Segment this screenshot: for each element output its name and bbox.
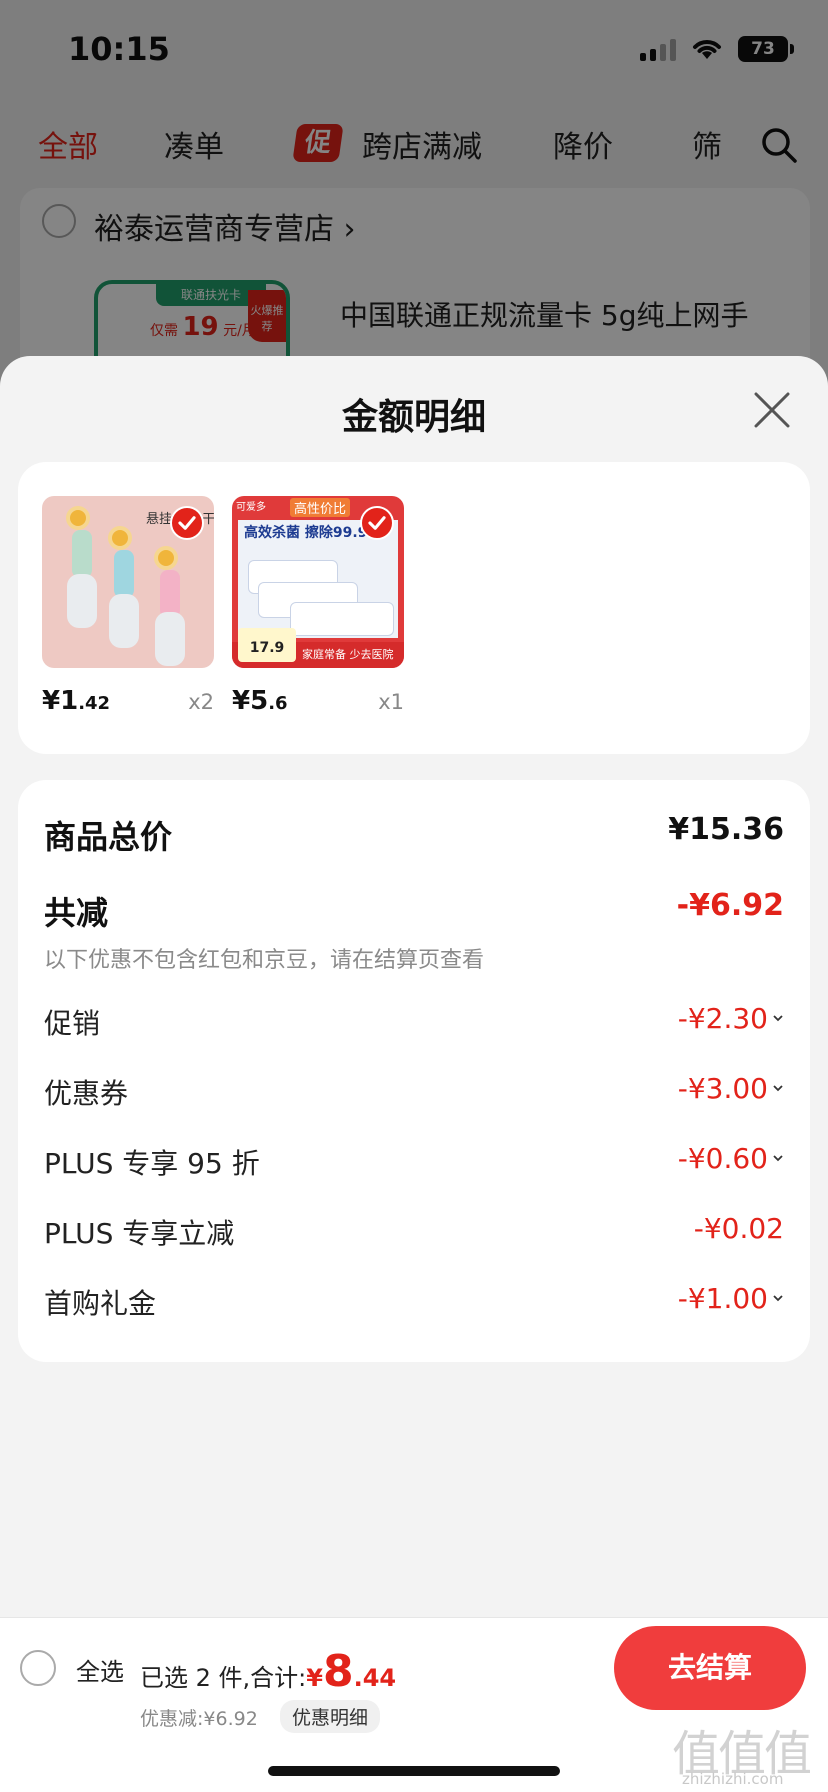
wipes-pack [290, 602, 394, 636]
amount-detail-sheet: 金额明细 悬挂收纳 干 ¥1.42 x2 可爱多 高性价比 高效杀菌 擦除99.… [0, 356, 828, 1792]
image-badge: 高性价比 [290, 498, 351, 517]
image-brand: 可爱多 [236, 502, 266, 513]
total-price-value: ¥15.36 [668, 812, 784, 847]
checkout-bar: 全选 已选 2 件,合计:¥8.44 优惠减:¥6.92 优惠明细 去结算 值值… [0, 1617, 828, 1792]
hook-icon [108, 526, 132, 550]
total-price-row: 商品总价 ¥15.36 [44, 812, 784, 856]
reduction-note: 以下优惠不包含红包和京豆，请在结算页查看 [44, 948, 485, 973]
image-slogan: 家庭常备 少去医院 [302, 648, 394, 661]
discount-value: -¥1.00 [677, 1282, 768, 1315]
brush-handle [160, 570, 180, 618]
chevron-down-icon[interactable] [772, 1082, 784, 1094]
image-price: 17.9 [238, 628, 296, 662]
item-price: ¥5.6 [232, 686, 288, 716]
discount-value: -¥0.02 [693, 1212, 784, 1245]
brush-handle [72, 530, 92, 578]
reduction-value: -¥6.92 [676, 888, 784, 923]
selected-item[interactable]: 悬挂收纳 干 ¥1.42 x2 [42, 496, 214, 716]
reduction-row: 共减 -¥6.92 [44, 888, 784, 932]
hook-icon [66, 506, 90, 530]
discount-label: 优惠券 [44, 1077, 129, 1110]
selected-item[interactable]: 可爱多 高性价比 高效杀菌 擦除99.9% 17.9 家庭常备 少去医院 ¥5.… [232, 496, 404, 716]
discount-summary: 优惠减:¥6.92 [140, 1708, 258, 1730]
selection-summary: 已选 2 件,合计:¥8.44 [140, 1646, 397, 1697]
discount-value: -¥2.30 [677, 1002, 768, 1035]
selected-check-icon[interactable] [170, 506, 204, 540]
selected-items-card: 悬挂收纳 干 ¥1.42 x2 可爱多 高性价比 高效杀菌 擦除99.9% 17… [18, 462, 810, 754]
chevron-down-icon[interactable] [772, 1292, 784, 1304]
close-icon[interactable] [752, 390, 792, 430]
product-image-wipes[interactable]: 可爱多 高性价比 高效杀菌 擦除99.9% 17.9 家庭常备 少去医院 [232, 496, 404, 668]
item-quantity: x1 [378, 690, 404, 714]
discount-row-promotion[interactable]: 促销 -¥2.30 [44, 1002, 784, 1042]
price-detail-card: 商品总价 ¥15.36 共减 -¥6.92 以下优惠不包含红包和京豆，请在结算页… [18, 780, 810, 1362]
modal-overlay[interactable] [0, 0, 828, 400]
item-quantity: x2 [188, 690, 214, 714]
product-image-brush[interactable]: 悬挂收纳 干 [42, 496, 214, 668]
discount-value: -¥0.60 [677, 1142, 768, 1175]
brush-handle [114, 550, 134, 598]
discount-row-plus-95[interactable]: PLUS 专享 95 折 -¥0.60 [44, 1142, 784, 1182]
discount-label: 促销 [44, 1007, 101, 1040]
discount-row-coupon[interactable]: 优惠券 -¥3.00 [44, 1072, 784, 1112]
selected-check-icon[interactable] [360, 506, 394, 540]
select-all-checkbox[interactable] [20, 1650, 56, 1686]
discount-label: 首购礼金 [44, 1287, 157, 1320]
chevron-down-icon[interactable] [772, 1152, 784, 1164]
chevron-down-icon[interactable] [772, 1012, 784, 1024]
discount-label: PLUS 专享立减 [44, 1217, 235, 1250]
discount-label: PLUS 专享 95 折 [44, 1147, 260, 1180]
discount-detail-button[interactable]: 优惠明细 [280, 1700, 381, 1733]
discount-row-first-purchase[interactable]: 首购礼金 -¥1.00 [44, 1282, 784, 1322]
sheet-title: 金额明细 [341, 397, 486, 438]
cart-page-background: 10:15 73 全部 凑单 促 跨店满减 降价 筛 裕泰运营商专营店 › 联通… [0, 0, 828, 410]
discount-value: -¥3.00 [677, 1072, 768, 1105]
item-price: ¥1.42 [42, 686, 111, 716]
discount-row-plus-instant: PLUS 专享立减 -¥0.02 [44, 1212, 784, 1252]
home-indicator[interactable] [268, 1766, 560, 1776]
checkout-button[interactable]: 去结算 [614, 1626, 806, 1710]
select-all-label[interactable]: 全选 [76, 1652, 124, 1687]
reduction-label: 共减 [44, 894, 109, 932]
hook-icon [154, 546, 178, 570]
brush-head [155, 612, 185, 666]
watermark-url: zhizhizhi.com [682, 1770, 784, 1788]
brush-head [109, 594, 139, 648]
brush-head [67, 574, 97, 628]
